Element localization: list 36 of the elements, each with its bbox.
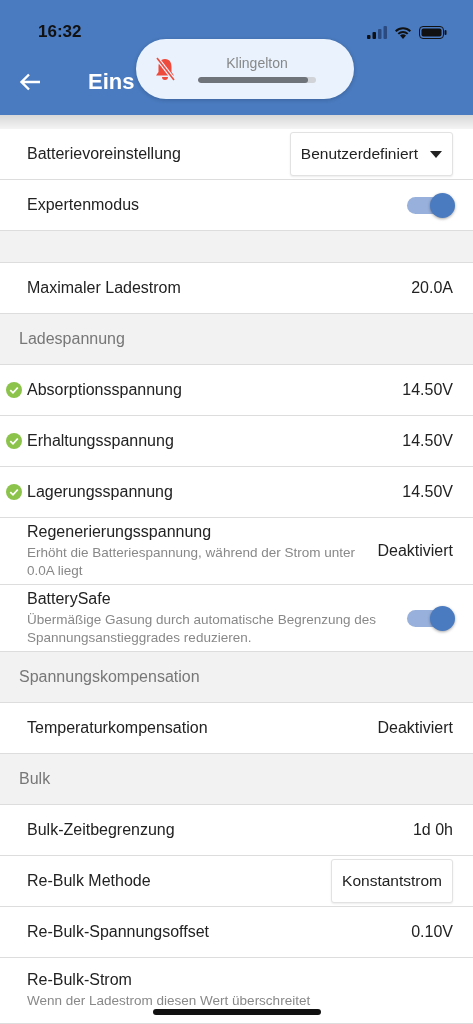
setting-label: Lagerungsspannung <box>27 483 174 501</box>
setting-label: Expertenmodus <box>27 196 141 214</box>
setting-value: Deaktiviert <box>377 542 453 561</box>
setting-label: Re-Bulk-Strom <box>27 971 133 990</box>
preset-dropdown[interactable]: Benutzerdefiniert <box>289 132 453 176</box>
setting-label: Temperaturkompensation <box>27 719 209 738</box>
setting-description: Erhöht die Batteriespannung, während der Strom unter 0.0A liegt <box>27 544 356 580</box>
setting-label: Re-Bulk Methode <box>27 872 152 891</box>
setting-value: 14.50V <box>402 381 453 399</box>
setting-description: Wenn der Ladestrom diesen Wert überschreitet <box>27 992 312 1010</box>
setting-label: Maximaler Ladestrom <box>27 279 182 297</box>
section-header: Bulk <box>19 770 51 789</box>
signal-icon <box>367 25 387 39</box>
setting-label: BatterySafe <box>27 590 112 609</box>
caret-icon <box>430 150 442 158</box>
setting-label: Bulk-Zeitbegrenzung <box>27 821 176 840</box>
method-button[interactable]: Konstantstrom <box>331 859 453 904</box>
setting-label: Erhaltungsspannung <box>27 432 175 450</box>
setting-value: 14.50V <box>402 432 453 450</box>
section-header: Spannungskompensation <box>19 668 200 687</box>
setting-label: Absorptionsspannung <box>27 381 183 399</box>
setting-value: 0.10V <box>411 923 453 942</box>
volume-label: Klingelton <box>226 55 288 71</box>
wifi-icon <box>394 25 412 39</box>
setting-value: 14.50V <box>402 483 453 501</box>
setting-value: Deaktiviert <box>377 719 453 738</box>
setting-label: Re-Bulk-Spannungsoffset <box>27 923 211 942</box>
setting-description: Übermäßige Gasung durch automatische Begrenzung des Spannungsanstieggrades reduzieren. <box>27 611 377 647</box>
screen-title: Eins <box>88 69 135 95</box>
setting-label: Regenerierungsspannung <box>27 523 213 541</box>
battery-icon <box>419 25 447 39</box>
section-header: Ladespannung <box>19 330 125 348</box>
setting-label: Batterievoreinstellung <box>27 145 182 163</box>
setting-value: 1d 0h <box>412 821 453 840</box>
setting-value: 20.0A <box>411 279 453 297</box>
status-time: 16:32 <box>38 22 82 42</box>
